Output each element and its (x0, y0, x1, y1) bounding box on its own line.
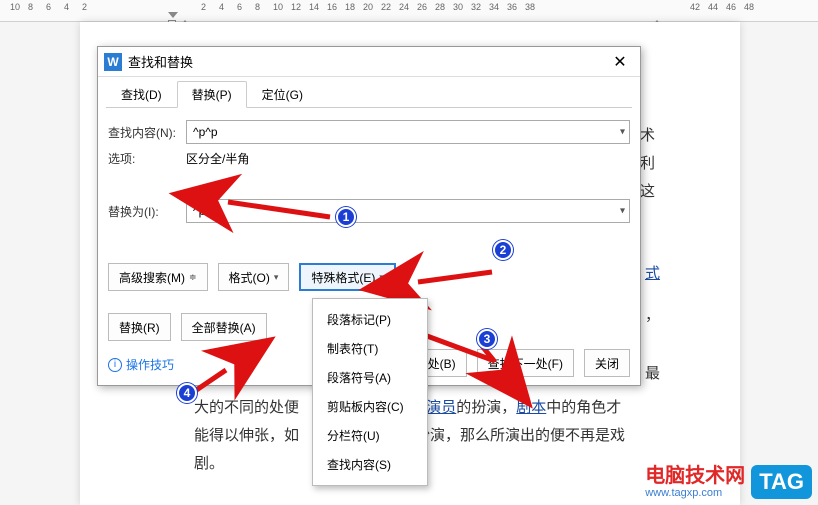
dialog-tabs: 查找(D) 替换(P) 定位(G) (106, 81, 632, 108)
watermark-url: www.tagxp.com (645, 487, 745, 499)
menu-tab-char[interactable]: 制表符(T) (313, 334, 427, 363)
replace-value: ^p (193, 204, 205, 218)
ruler-number: 32 (471, 2, 481, 12)
caret-down-icon: ▾ (379, 272, 384, 283)
format-button[interactable]: 格式(O)▾ (218, 263, 290, 291)
close-dialog-button[interactable]: 关闭 (584, 349, 630, 377)
ruler-number: 46 (726, 2, 736, 12)
ruler-number: 30 (453, 2, 463, 12)
replace-all-button[interactable]: 全部替换(A) (181, 313, 267, 341)
ruler-number: 14 (309, 2, 319, 12)
menu-find-content[interactable]: 查找内容(S) (313, 450, 427, 479)
ruler-number: 22 (381, 2, 391, 12)
replace-label: 替换为(I): (108, 203, 186, 220)
find-next-button[interactable]: 查找下一处(F) (477, 349, 574, 377)
dialog-title: 查找和替换 (128, 52, 606, 71)
options-label: 选项: (108, 150, 186, 167)
nav-button-row: 处(B) 查找下一处(F) 关闭 (417, 349, 630, 377)
doc-link-actor[interactable]: 演员 (426, 399, 456, 416)
chevron-down-icon: ▾ (620, 206, 625, 217)
doc-frag-2b: ， (645, 302, 660, 330)
find-label: 查找内容(N): (108, 124, 186, 141)
ruler-number: 44 (708, 2, 718, 12)
advanced-search-button[interactable]: 高级搜索(M)≑ (108, 263, 208, 291)
special-format-menu: 段落标记(P) 制表符(T) 段落符号(A) 剪贴板内容(C) 分栏符(U) 查… (312, 298, 428, 486)
watermark: 电脑技术网 www.tagxp.com TAG (645, 465, 812, 499)
menu-column-break[interactable]: 分栏符(U) (313, 421, 427, 450)
ruler-number: 10 (10, 2, 20, 12)
ruler: // ruler will be drawn after data load 1… (0, 0, 818, 22)
ruler-number: 12 (291, 2, 301, 12)
ruler-number: 28 (435, 2, 445, 12)
action-button-row: 替换(R) 全部替换(A) (108, 313, 267, 341)
chevron-down-icon: ▾ (620, 127, 625, 138)
doc-fragment-right: 术 利 这 (640, 122, 660, 206)
ruler-number: 6 (237, 2, 242, 12)
options-value: 区分全/半角 (186, 150, 249, 167)
special-format-button[interactable]: 特殊格式(E)▾ (299, 263, 396, 291)
ruler-number: 8 (255, 2, 260, 12)
indent-marker-icon[interactable] (168, 12, 178, 18)
close-button[interactable]: ✕ (606, 52, 634, 72)
ruler-number: 16 (327, 2, 337, 12)
ruler-number: 8 (28, 2, 33, 12)
tab-find[interactable]: 查找(D) (106, 81, 177, 108)
ruler-number: 34 (489, 2, 499, 12)
watermark-tag: TAG (751, 465, 812, 499)
tips-link[interactable]: i 操作技巧 (108, 356, 174, 373)
ruler-number: 38 (525, 2, 535, 12)
menu-paragraph-symbol[interactable]: 段落符号(A) (313, 363, 427, 392)
ruler-number: 26 (417, 2, 427, 12)
caret-down-icon: ▾ (274, 272, 279, 283)
app-logo-icon: W (104, 53, 122, 71)
ruler-number: 36 (507, 2, 517, 12)
ruler-number: 20 (363, 2, 373, 12)
double-caret-icon: ≑ (189, 272, 197, 283)
ruler-number: 2 (201, 2, 206, 12)
option-button-row: 高级搜索(M)≑ 格式(O)▾ 特殊格式(E)▾ (108, 263, 630, 291)
menu-clipboard-content[interactable]: 剪贴板内容(C) (313, 392, 427, 421)
menu-paragraph-mark[interactable]: 段落标记(P) (313, 305, 427, 334)
watermark-brand: 电脑技术网 (645, 466, 745, 487)
doc-frag-3: 最 (645, 360, 660, 388)
ruler-number: 42 (690, 2, 700, 12)
ruler-number: 4 (64, 2, 69, 12)
dialog-titlebar[interactable]: W 查找和替换 ✕ (98, 47, 640, 77)
tab-replace[interactable]: 替换(P) (177, 81, 247, 108)
ruler-number: 6 (46, 2, 51, 12)
dialog-body: 查找内容(N): ^p^p ▾ 选项: 区分全/半角 替换为(I): ^p ▾ … (98, 108, 640, 291)
ruler-number: 24 (399, 2, 409, 12)
replace-input[interactable]: ^p ▾ (186, 199, 630, 223)
ruler-number: 10 (273, 2, 283, 12)
doc-frag-2a: 式 (645, 260, 660, 288)
replace-button[interactable]: 替换(R) (108, 313, 171, 341)
ruler-number: 48 (744, 2, 754, 12)
find-input[interactable]: ^p^p ▾ (186, 120, 630, 144)
ruler-number: 4 (219, 2, 224, 12)
ruler-number: 2 (82, 2, 87, 12)
ruler-number: 18 (345, 2, 355, 12)
doc-link-script[interactable]: 剧本 (516, 399, 546, 416)
tab-goto[interactable]: 定位(G) (247, 81, 318, 108)
info-icon: i (108, 358, 122, 372)
find-value: ^p^p (193, 125, 218, 139)
